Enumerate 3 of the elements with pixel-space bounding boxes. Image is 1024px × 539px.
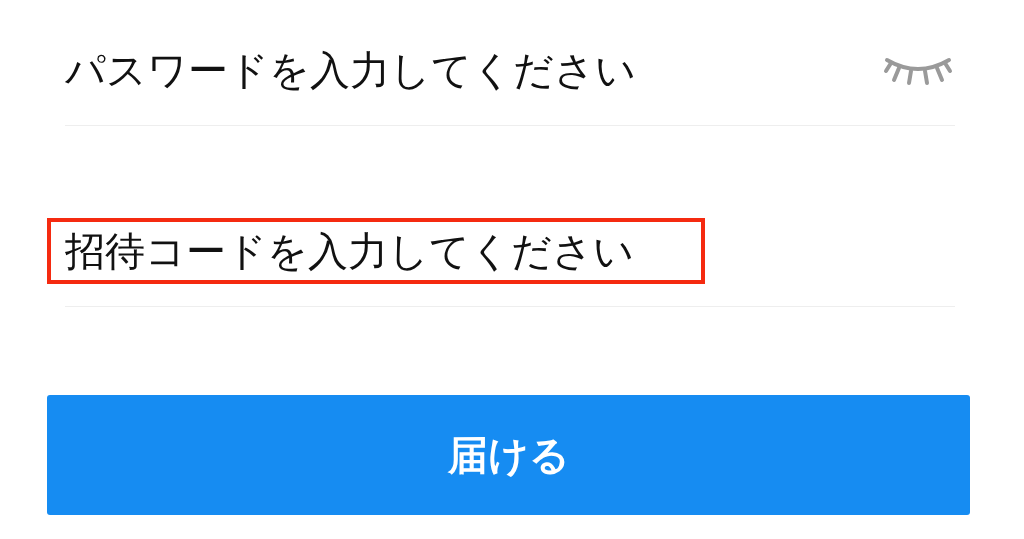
invite-code-field[interactable]: 招待コードを入力してください xyxy=(47,218,705,284)
submit-button[interactable]: 届ける xyxy=(47,395,970,515)
password-field[interactable]: パスワードを入力してください xyxy=(47,37,883,103)
